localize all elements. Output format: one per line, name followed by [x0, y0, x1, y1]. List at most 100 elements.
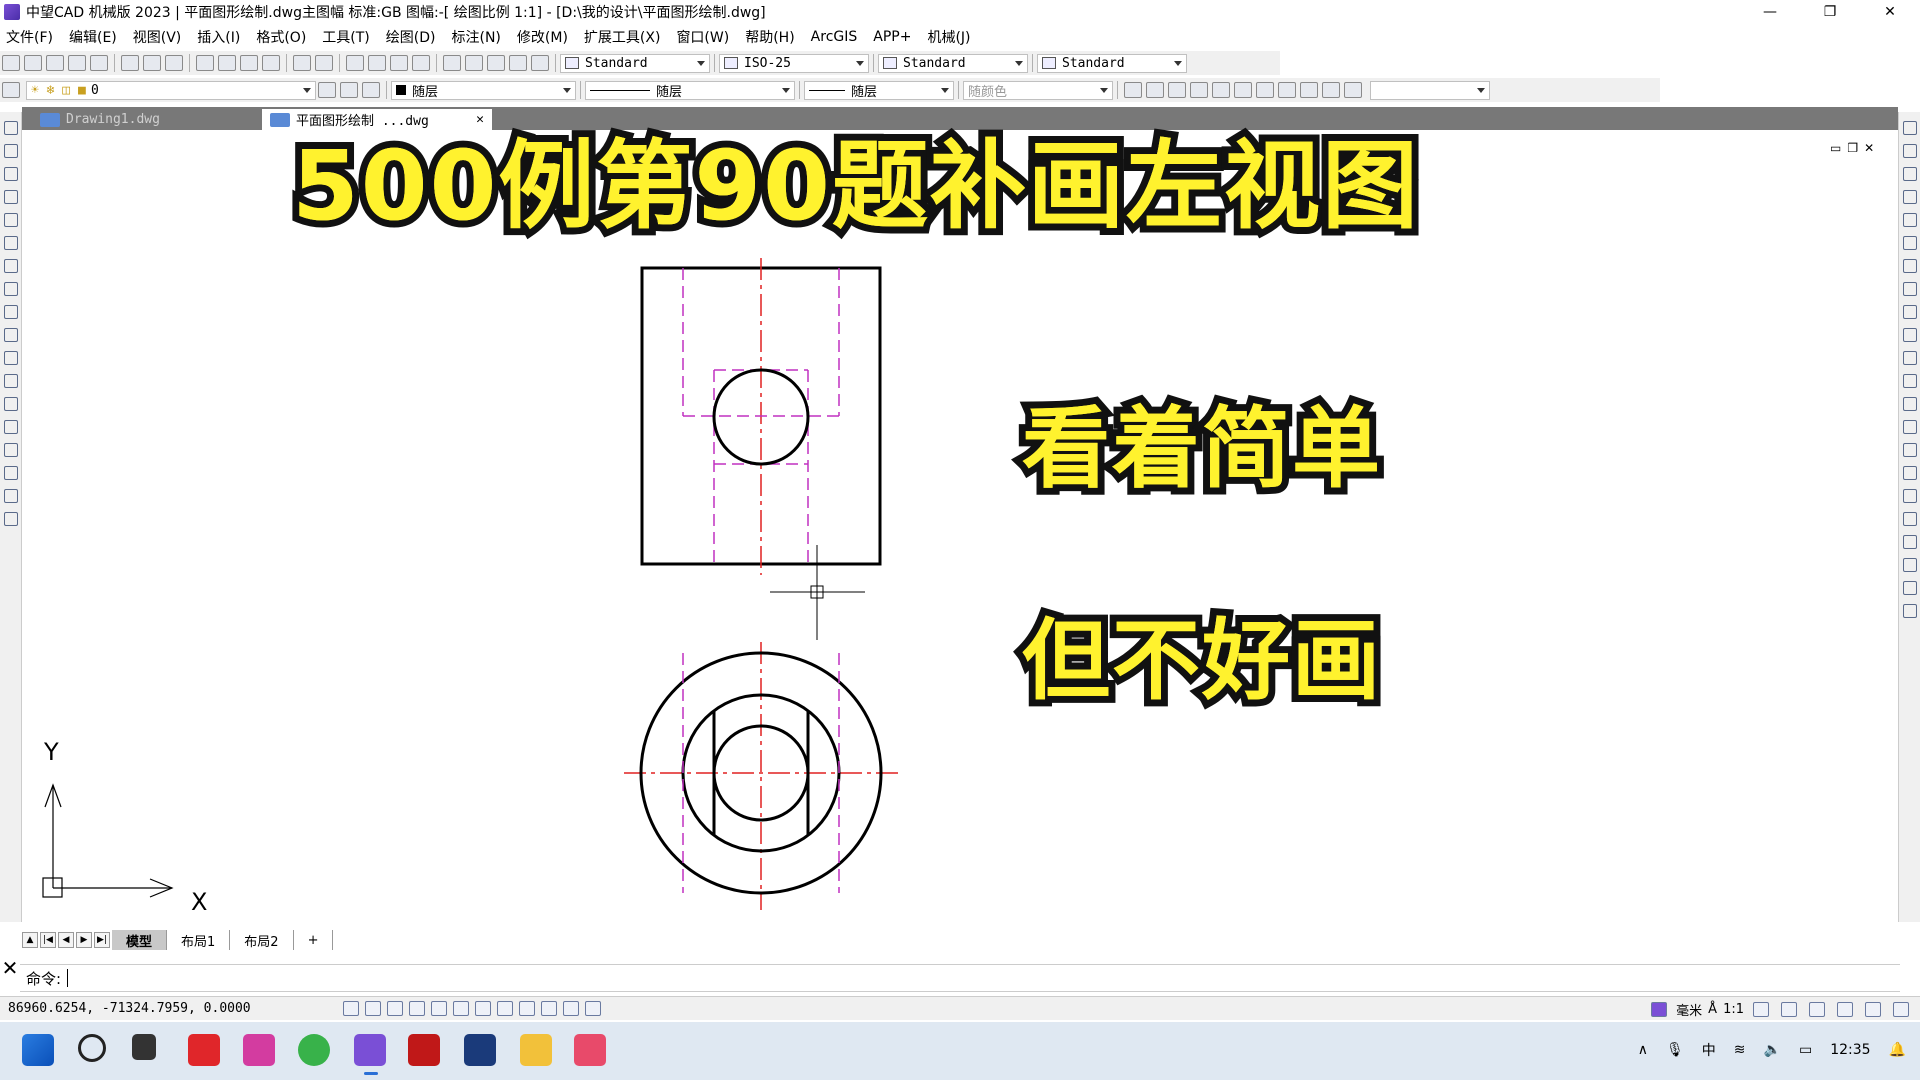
- layer-manager-icon[interactable]: [2, 82, 20, 98]
- notification-icon[interactable]: 🔔: [1889, 1042, 1906, 1058]
- clock[interactable]: 12:35: [1830, 1042, 1870, 1058]
- command-close-icon[interactable]: ✕: [0, 956, 20, 980]
- lineweight-select[interactable]: 随层: [804, 80, 954, 100]
- minimize-button[interactable]: —: [1740, 0, 1800, 24]
- customize-menu-icon[interactable]: [1893, 1002, 1909, 1017]
- monitor-app-icon[interactable]: [464, 1034, 496, 1066]
- battery-icon[interactable]: ▭: [1799, 1042, 1812, 1058]
- zoom-previous-icon[interactable]: [412, 55, 430, 71]
- last-tab-icon[interactable]: ▶|: [94, 932, 110, 948]
- command-line[interactable]: 命令:: [20, 964, 1900, 992]
- selection-cycling-icon[interactable]: [563, 1001, 579, 1016]
- menu-modify[interactable]: 修改(M): [511, 27, 578, 47]
- wps-office-icon[interactable]: [188, 1034, 220, 1066]
- layer-merge-icon[interactable]: [1903, 604, 1917, 618]
- layer-tool-icon[interactable]: [1903, 512, 1917, 526]
- mirror-tool-icon[interactable]: [1903, 167, 1917, 181]
- rectangle-tool-icon[interactable]: [4, 213, 18, 227]
- stretch-tool-icon[interactable]: [1903, 305, 1917, 319]
- workspace-icon[interactable]: [1809, 1002, 1825, 1017]
- menu-file[interactable]: 文件(F): [0, 27, 63, 47]
- task-view-icon[interactable]: [132, 1034, 156, 1060]
- tab-layout2[interactable]: 布局2: [230, 930, 294, 950]
- menu-draw[interactable]: 绘图(D): [380, 27, 446, 47]
- sw-iso-view-icon[interactable]: [1278, 82, 1296, 98]
- save-as-icon[interactable]: [68, 55, 86, 71]
- menu-mechanical[interactable]: 机械(J): [921, 27, 980, 47]
- arc-tool-icon[interactable]: [4, 236, 18, 250]
- left-view-icon[interactable]: [1190, 82, 1208, 98]
- annotation-monitor-icon[interactable]: [585, 1001, 601, 1016]
- tab-model[interactable]: 模型: [112, 930, 168, 950]
- microphone-icon[interactable]: 🎙: [1666, 1042, 1684, 1058]
- make-current-layer-icon[interactable]: [318, 82, 336, 98]
- menu-window[interactable]: 窗口(W): [670, 27, 739, 47]
- ortho-icon[interactable]: [387, 1001, 403, 1016]
- join-tool-icon[interactable]: [1903, 397, 1917, 411]
- first-tab-icon[interactable]: |◀: [40, 932, 56, 948]
- redo-icon[interactable]: [315, 55, 333, 71]
- break-tool-icon[interactable]: [1903, 374, 1917, 388]
- chevron-up-icon[interactable]: ∧: [1638, 1042, 1648, 1058]
- polygon-tool-icon[interactable]: [4, 190, 18, 204]
- auto-scale-icon[interactable]: [1781, 1002, 1797, 1017]
- xline-tool-icon[interactable]: [4, 144, 18, 158]
- browser-icon[interactable]: [298, 1034, 330, 1066]
- ne-iso-view-icon[interactable]: [1322, 82, 1340, 98]
- ducs-icon[interactable]: [475, 1001, 491, 1016]
- menu-app-plus[interactable]: APP+: [867, 29, 921, 45]
- menu-format[interactable]: 格式(O): [250, 27, 316, 47]
- close-button[interactable]: ✕: [1860, 0, 1920, 24]
- solidworks-icon[interactable]: [408, 1034, 440, 1066]
- osnap-icon[interactable]: [431, 1001, 447, 1016]
- copy-icon[interactable]: [218, 55, 236, 71]
- layer-select[interactable]: ☀ ❄ ◫ ■ 0: [26, 80, 316, 100]
- fillet-tool-icon[interactable]: [1903, 443, 1917, 457]
- pan-icon[interactable]: [346, 55, 364, 71]
- move-tool-icon[interactable]: [1903, 236, 1917, 250]
- undo-icon[interactable]: [293, 55, 311, 71]
- nw-iso-view-icon[interactable]: [1344, 82, 1362, 98]
- layer-iso-icon[interactable]: [1903, 535, 1917, 549]
- top-view-icon[interactable]: [1146, 82, 1164, 98]
- insert-block-icon[interactable]: [4, 374, 18, 388]
- front-view-icon[interactable]: [1234, 82, 1252, 98]
- revcloud-tool-icon[interactable]: [4, 282, 18, 296]
- array-tool-icon[interactable]: [1903, 213, 1917, 227]
- offset-tool-icon[interactable]: [1903, 190, 1917, 204]
- linetype-select[interactable]: 随层: [585, 80, 795, 100]
- save-icon[interactable]: [46, 55, 64, 71]
- table-style-select[interactable]: Standard: [878, 53, 1028, 73]
- cut-icon[interactable]: [196, 55, 214, 71]
- prev-tab-icon[interactable]: ◀: [58, 932, 74, 948]
- menu-edit[interactable]: 编辑(E): [63, 27, 127, 47]
- polar-icon[interactable]: [409, 1001, 425, 1016]
- ime-indicator[interactable]: 中: [1702, 1040, 1716, 1060]
- spline-tool-icon[interactable]: [4, 305, 18, 319]
- scroll-up-icon[interactable]: ▲: [22, 932, 38, 948]
- menu-view[interactable]: 视图(V): [127, 27, 192, 47]
- se-iso-view-icon[interactable]: [1300, 82, 1318, 98]
- view-manager-icon[interactable]: [1124, 82, 1142, 98]
- zoom-realtime-icon[interactable]: [368, 55, 386, 71]
- extend-tool-icon[interactable]: [1903, 351, 1917, 365]
- paste-icon[interactable]: [240, 55, 258, 71]
- tab-add-layout[interactable]: +: [294, 930, 334, 950]
- menu-dimension[interactable]: 标注(N): [446, 27, 511, 47]
- make-block-icon[interactable]: [4, 397, 18, 411]
- publish-icon[interactable]: [165, 55, 183, 71]
- settings-gear-icon[interactable]: [1837, 1002, 1853, 1017]
- dyn-icon[interactable]: [497, 1001, 513, 1016]
- explode-tool-icon[interactable]: [1903, 466, 1917, 480]
- file-explorer-icon[interactable]: [520, 1034, 552, 1066]
- line-tool-icon[interactable]: [4, 121, 18, 135]
- zwcad-taskbar-icon[interactable]: [354, 1034, 386, 1066]
- layer-previous-icon[interactable]: [340, 82, 358, 98]
- grid-icon[interactable]: [365, 1001, 381, 1016]
- search-icon[interactable]: [78, 1034, 106, 1062]
- otrack-icon[interactable]: [453, 1001, 469, 1016]
- menu-insert[interactable]: 插入(I): [191, 27, 250, 47]
- next-tab-icon[interactable]: ▶: [76, 932, 92, 948]
- rotate-tool-icon[interactable]: [1903, 259, 1917, 273]
- volume-icon[interactable]: 🔈: [1764, 1042, 1781, 1058]
